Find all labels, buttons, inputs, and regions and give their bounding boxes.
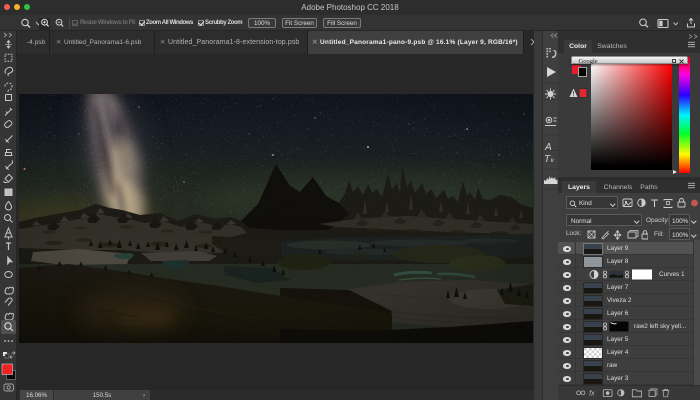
- svg-text:A: A: [544, 142, 552, 153]
- svg-text:fx: fx: [589, 390, 595, 397]
- svg-text:Tₖ: Tₖ: [544, 154, 555, 165]
